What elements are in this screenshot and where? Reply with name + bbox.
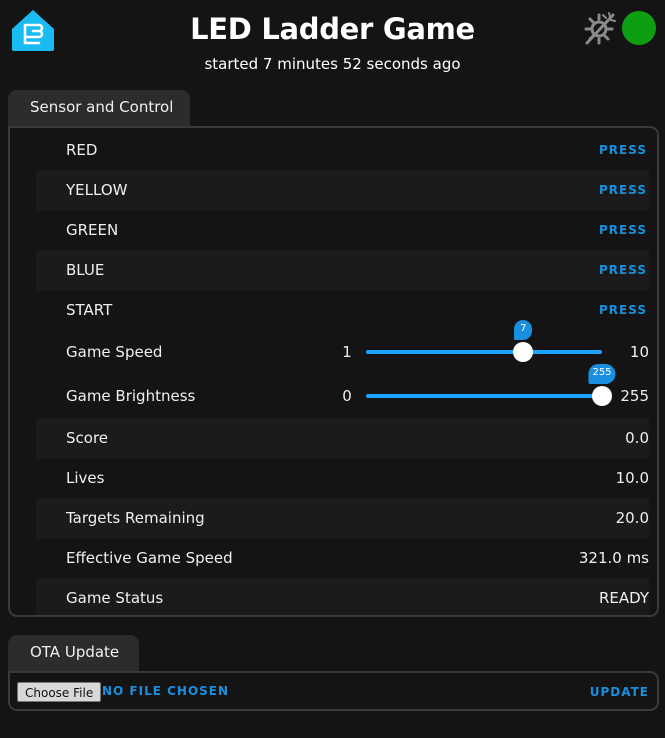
button-label-start: START bbox=[66, 301, 113, 319]
sensor-value-effective-game-speed: 321.0 ms bbox=[578, 549, 649, 567]
button-row-green: GREEN PRESS bbox=[36, 210, 649, 250]
slider-thumb-game-brightness[interactable]: 255 bbox=[588, 364, 616, 406]
press-button-green[interactable]: PRESS bbox=[599, 223, 647, 237]
slider-row-game-brightness: Game Brightness 0 255 255 bbox=[36, 364, 649, 416]
press-button-yellow[interactable]: PRESS bbox=[599, 183, 647, 197]
slider-label-game-speed: Game Speed bbox=[66, 343, 163, 361]
tab-ota-update[interactable]: OTA Update bbox=[8, 635, 139, 671]
button-label-red: RED bbox=[66, 141, 98, 159]
theme-toggle-icon[interactable] bbox=[583, 11, 617, 45]
sensor-row-effective-game-speed: Effective Game Speed 321.0 ms bbox=[36, 538, 649, 578]
slider-min-game-speed: 1 bbox=[342, 343, 352, 361]
update-button[interactable]: UPDATE bbox=[590, 685, 649, 699]
file-status-text: NO FILE CHOSEN bbox=[102, 684, 230, 698]
slider-max-game-speed: 10 bbox=[629, 343, 649, 361]
uptime-text: started 7 minutes 52 seconds ago bbox=[204, 55, 461, 73]
ota-update-panel: Choose File NO FILE CHOSEN UPDATE bbox=[8, 671, 659, 711]
sensor-label-effective-game-speed: Effective Game Speed bbox=[66, 549, 233, 567]
slider-value-game-speed: 7 bbox=[514, 320, 533, 340]
sensor-row-lives: Lives 10.0 bbox=[36, 458, 649, 498]
sensor-control-panel: RED PRESS YELLOW PRESS GREEN PRESS BLUE … bbox=[8, 126, 659, 617]
tab-sensor-and-control[interactable]: Sensor and Control bbox=[8, 90, 190, 126]
sensor-label-lives: Lives bbox=[66, 469, 105, 487]
button-label-blue: BLUE bbox=[66, 261, 105, 279]
connection-status-indicator bbox=[622, 11, 656, 45]
sensor-row-targets-remaining: Targets Remaining 20.0 bbox=[36, 498, 649, 538]
slider-max-game-brightness: 255 bbox=[620, 387, 649, 405]
slider-value-game-brightness: 255 bbox=[588, 364, 616, 384]
button-row-yellow: YELLOW PRESS bbox=[36, 170, 649, 210]
press-button-blue[interactable]: PRESS bbox=[599, 263, 647, 277]
button-label-yellow: YELLOW bbox=[66, 181, 128, 199]
sensor-value-game-status: READY bbox=[598, 589, 649, 607]
press-button-red[interactable]: PRESS bbox=[599, 143, 647, 157]
slider-thumb-game-speed[interactable]: 7 bbox=[513, 320, 534, 362]
sensor-row-game-status: Game Status READY bbox=[36, 578, 649, 615]
sensor-row-score: Score 0.0 bbox=[36, 418, 649, 458]
sensor-value-targets-remaining: 20.0 bbox=[615, 509, 649, 527]
press-button-start[interactable]: PRESS bbox=[599, 303, 647, 317]
button-row-blue: BLUE PRESS bbox=[36, 250, 649, 290]
choose-file-button[interactable]: Choose File bbox=[17, 682, 102, 702]
slider-track-game-speed[interactable]: 7 bbox=[366, 320, 602, 362]
button-label-green: GREEN bbox=[66, 221, 119, 239]
sensor-label-targets-remaining: Targets Remaining bbox=[66, 509, 205, 527]
button-row-start: START PRESS bbox=[36, 290, 649, 330]
button-row-red: RED PRESS bbox=[36, 130, 649, 170]
slider-label-game-brightness: Game Brightness bbox=[66, 387, 196, 405]
page-title: LED Ladder Game bbox=[190, 12, 475, 46]
slider-min-game-brightness: 0 bbox=[342, 387, 352, 405]
sensor-label-score: Score bbox=[66, 429, 109, 447]
sensor-label-game-status: Game Status bbox=[66, 589, 164, 607]
sensor-value-score: 0.0 bbox=[625, 429, 649, 447]
sensor-value-lives: 10.0 bbox=[615, 469, 649, 487]
slider-row-game-speed: Game Speed 1 7 10 bbox=[36, 320, 649, 372]
slider-track-game-brightness[interactable]: 255 bbox=[366, 364, 616, 406]
